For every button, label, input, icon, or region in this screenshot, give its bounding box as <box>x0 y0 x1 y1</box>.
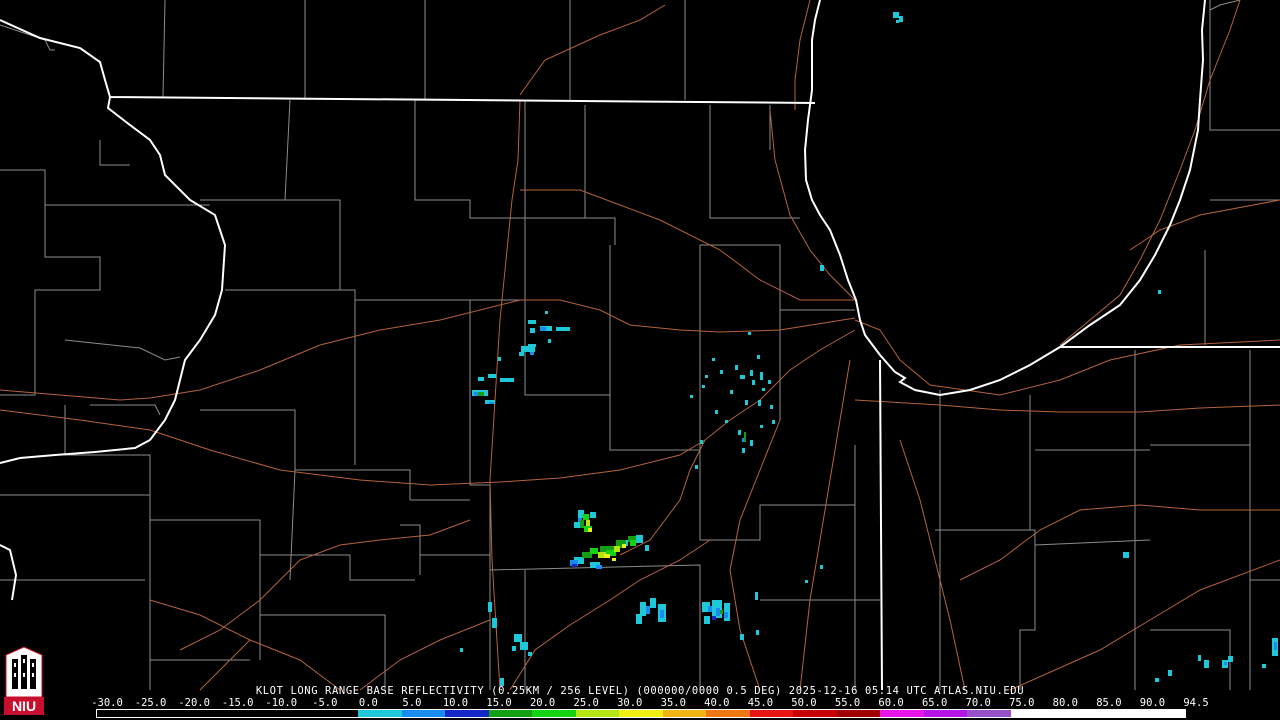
color-scale-segment <box>706 710 750 717</box>
scale-label: -5.0 <box>312 697 338 709</box>
color-scale-segment <box>880 710 924 717</box>
scale-label: -15.0 <box>221 697 254 709</box>
color-scale-bar <box>96 709 1186 718</box>
color-scale-segment <box>619 710 663 717</box>
color-scale-segment <box>923 710 968 717</box>
color-scale-segment <box>314 710 359 717</box>
scale-label: -30.0 <box>91 697 123 709</box>
scale-label: 5.0 <box>402 697 422 709</box>
color-scale-segment <box>488 710 533 717</box>
color-scale-segment <box>445 710 489 717</box>
scale-label: 35.0 <box>660 697 686 709</box>
scale-label: 15.0 <box>486 697 512 709</box>
color-scale-segment <box>227 710 272 717</box>
color-scale-segment <box>967 710 1011 717</box>
color-scale-segment <box>184 710 228 717</box>
scale-label: 94.5 <box>1183 697 1209 709</box>
color-scale-segment <box>97 710 141 717</box>
color-scale-segment <box>836 710 881 717</box>
color-scale-segment <box>140 710 185 717</box>
scale-label: 85.0 <box>1096 697 1122 709</box>
color-scale-segment <box>662 710 707 717</box>
scale-label: 0.0 <box>358 697 378 709</box>
product-caption: KLOT LONG RANGE BASE REFLECTIVITY (0.25K… <box>255 685 1025 697</box>
scale-label: 75.0 <box>1009 697 1035 709</box>
scale-label: 45.0 <box>747 697 774 709</box>
scale-label: 20.0 <box>529 697 556 709</box>
logo-text: NIU <box>12 698 36 714</box>
color-scale-segment <box>575 710 620 717</box>
scale-label: 90.0 <box>1139 697 1166 709</box>
color-scale-segment <box>793 710 837 717</box>
scale-label: 10.0 <box>442 697 469 709</box>
color-scale-segment <box>271 710 315 717</box>
scale-label: 60.0 <box>878 697 904 709</box>
color-scale-segment <box>401 710 446 717</box>
color-scale-segment <box>532 710 576 717</box>
color-scale-segment <box>1054 710 1098 717</box>
scale-label: -20.0 <box>178 697 210 709</box>
niu-castle-logo-icon: NIU <box>4 646 44 715</box>
scale-label: 50.0 <box>791 697 817 709</box>
color-scale-segment <box>358 710 402 717</box>
scale-label: 40.0 <box>704 697 730 709</box>
scale-label: -10.0 <box>265 697 298 709</box>
scale-label: 70.0 <box>965 697 991 709</box>
scale-label: 55.0 <box>834 697 861 709</box>
color-scale-segment <box>1010 710 1055 717</box>
color-scale-segment <box>1141 710 1185 717</box>
scale-label: 30.0 <box>617 697 643 709</box>
scale-label: -25.0 <box>134 697 167 709</box>
color-scale-segment <box>749 710 794 717</box>
radar-map <box>0 0 1280 720</box>
scale-label: 25.0 <box>573 697 599 709</box>
scale-label: 65.0 <box>921 697 948 709</box>
scale-label: 80.0 <box>1052 697 1078 709</box>
color-scale-segment <box>1097 710 1142 717</box>
